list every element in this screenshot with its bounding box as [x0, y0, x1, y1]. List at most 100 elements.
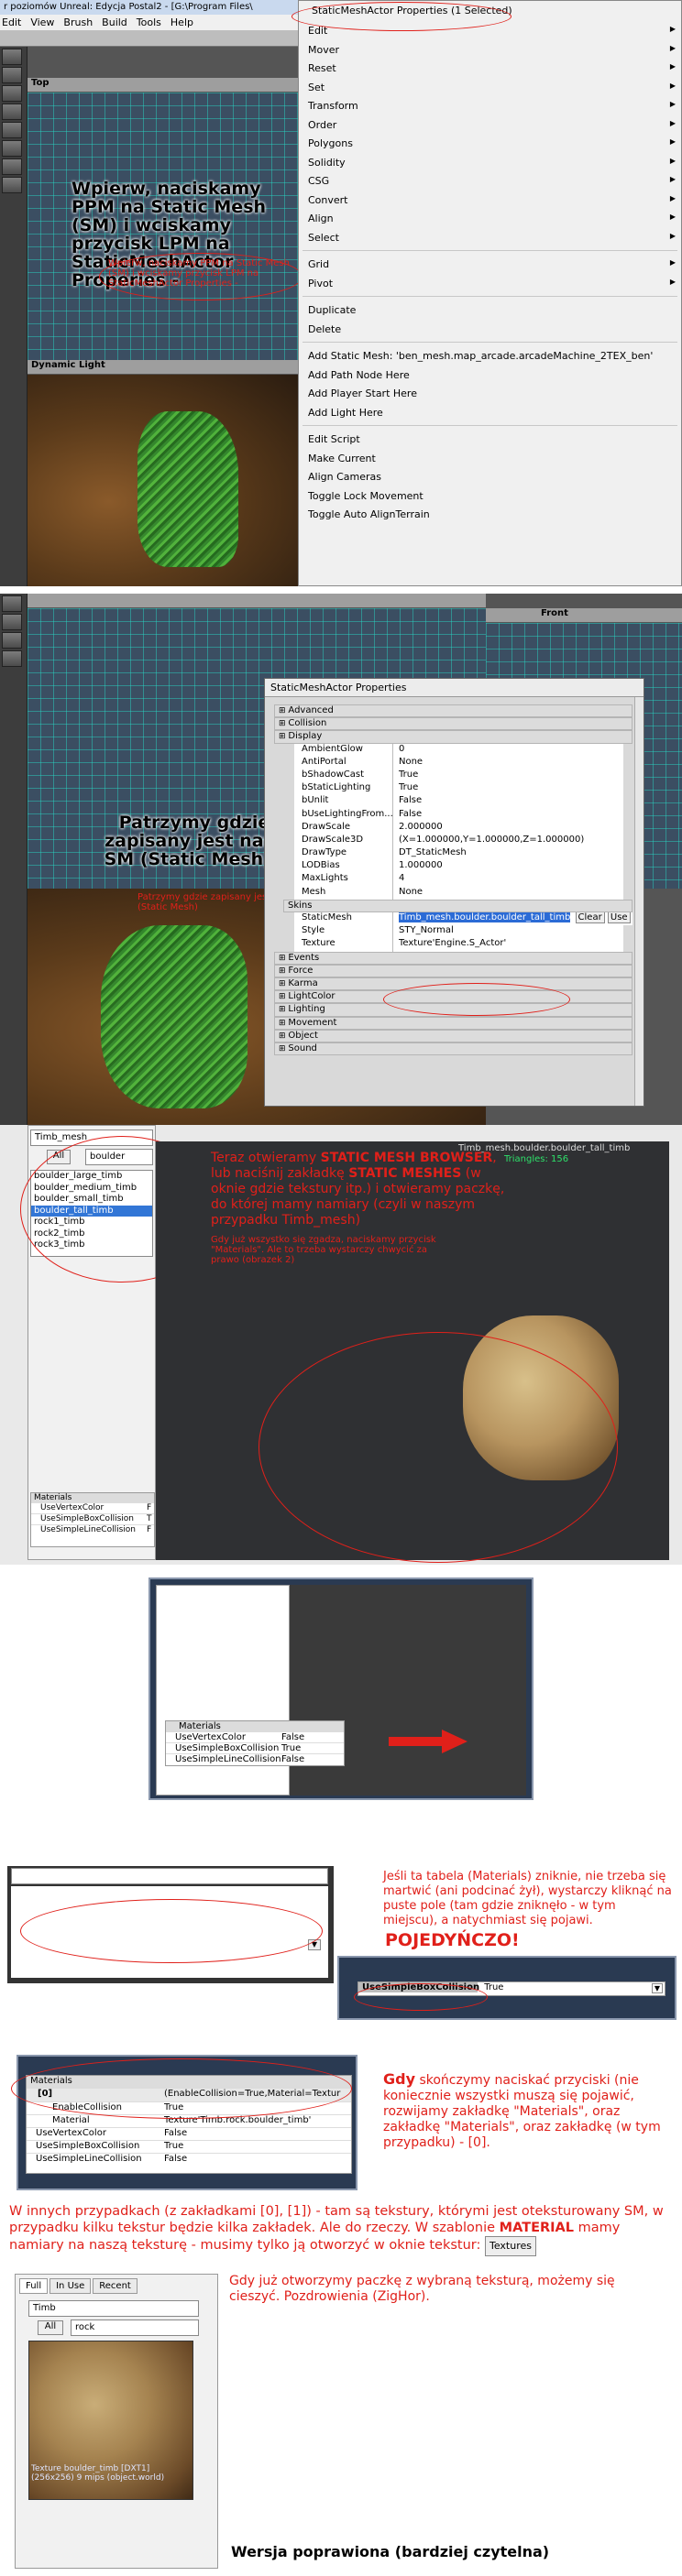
property-row[interactable]: UseSimpleLineCollision F: [31, 1524, 154, 1535]
property-row[interactable]: UseVertexColor False: [166, 1731, 344, 1742]
menu-item-set[interactable]: Set ▶: [299, 78, 681, 97]
category-display[interactable]: ⊞ Display: [274, 730, 632, 744]
input-field[interactable]: [11, 1868, 328, 1884]
menu-item-align[interactable]: Align ▶: [299, 209, 681, 228]
menu-item-toggle-lock-movement[interactable]: Toggle Lock Movement: [299, 486, 681, 506]
tool-button[interactable]: [2, 614, 22, 630]
menu-item-order[interactable]: Order ▶: [299, 115, 681, 135]
texture-thumbnail[interactable]: Texture boulder_timb [DXT1] (256x256) 9 …: [28, 2341, 193, 2500]
property-row[interactable]: UseSimpleLineCollision False: [27, 2153, 351, 2166]
menu-view[interactable]: View: [30, 16, 54, 28]
tab-recent[interactable]: Recent: [93, 2278, 138, 2294]
menu-item-delete[interactable]: Delete: [299, 320, 681, 339]
dynamic-light-viewport[interactable]: [28, 375, 298, 586]
menu-item-add-static-mesh[interactable]: Add Static Mesh: 'ben_mesh.map_arcade.ar…: [299, 346, 681, 366]
property-row[interactable]: UseSimpleBoxCollision True: [166, 1742, 344, 1753]
property-row[interactable]: bShadowCast True: [274, 769, 632, 783]
category-skins[interactable]: Skins: [283, 899, 632, 912]
use-button[interactable]: Use: [607, 912, 631, 923]
property-row[interactable]: DrawType DT_StaticMesh: [274, 847, 632, 861]
property-texture[interactable]: Texture Texture'Engine.S_Actor': [274, 938, 632, 952]
property-row[interactable]: bUseLightingFrom... False: [274, 808, 632, 822]
expand-icon[interactable]: ⊞: [279, 966, 288, 976]
menu-item-mover[interactable]: Mover ▶: [299, 40, 681, 60]
property-row[interactable]: LODBias 1.000000: [274, 860, 632, 874]
menu-item-solidity[interactable]: Solidity ▶: [299, 153, 681, 172]
category-collision[interactable]: ⊞ Collision: [274, 717, 632, 731]
category-object[interactable]: ⊞ Object: [274, 1029, 632, 1042]
filter-all-button[interactable]: All: [38, 2320, 63, 2335]
tool-button[interactable]: [2, 49, 22, 65]
category-events[interactable]: ⊞ Events: [274, 951, 632, 965]
tool-button[interactable]: [2, 158, 22, 175]
menu-brush[interactable]: Brush: [63, 16, 93, 28]
category-force[interactable]: ⊞ Force: [274, 964, 632, 977]
property-row[interactable]: Mesh None: [274, 886, 632, 900]
category-advanced[interactable]: ⊞ Advanced: [274, 704, 632, 718]
menu-item-add-path-node[interactable]: Add Path Node Here: [299, 366, 681, 385]
clear-button[interactable]: Clear: [575, 912, 605, 923]
dropdown-arrow-icon[interactable]: ▼: [651, 1983, 663, 1993]
menu-item-edit-script[interactable]: Edit Script: [299, 430, 681, 449]
property-row[interactable]: UseVertexColor F: [31, 1502, 154, 1513]
menu-item-select[interactable]: Select ▶: [299, 228, 681, 247]
menu-help[interactable]: Help: [170, 16, 193, 28]
menu-item-polygons[interactable]: Polygons ▶: [299, 134, 681, 153]
selected-static-mesh[interactable]: [101, 925, 248, 1108]
property-style[interactable]: Style STY_Normal: [274, 925, 632, 939]
group-combo[interactable]: rock: [71, 2319, 199, 2336]
menu-item-transform[interactable]: Transform ▶: [299, 96, 681, 115]
property-row[interactable]: bUnlit False: [274, 795, 632, 809]
property-row[interactable]: bStaticLighting True: [274, 782, 632, 796]
tab-full[interactable]: Full: [19, 2278, 49, 2294]
expand-icon[interactable]: ⊞: [279, 1031, 288, 1041]
menu-item-align-cameras[interactable]: Align Cameras: [299, 467, 681, 486]
menu-item-toggle-auto-alignterrain[interactable]: Toggle Auto AlignTerrain: [299, 505, 681, 524]
expand-icon[interactable]: ⊞: [279, 1019, 288, 1028]
menu-build[interactable]: Build: [102, 16, 127, 28]
menu-item-add-player-start[interactable]: Add Player Start Here: [299, 384, 681, 403]
property-row[interactable]: UseSimpleLineCollision False: [166, 1753, 344, 1764]
property-row[interactable]: AntiPortal None: [274, 756, 632, 770]
materials-header[interactable]: Materials: [31, 1493, 154, 1502]
property-row[interactable]: UseSimpleBoxCollision True: [27, 2140, 351, 2153]
package-combo[interactable]: Timb: [28, 2300, 199, 2317]
property-row[interactable]: UseSimpleBoxCollision T: [31, 1513, 154, 1524]
property-staticmesh[interactable]: StaticMesh Timb_mesh.boulder.boulder_tal…: [274, 912, 632, 926]
expand-icon[interactable]: ⊞: [279, 706, 288, 715]
tool-button[interactable]: [2, 177, 22, 193]
tool-button[interactable]: [2, 632, 22, 649]
menu-item-add-light-here[interactable]: Add Light Here: [299, 403, 681, 422]
menu-item-convert[interactable]: Convert ▶: [299, 191, 681, 210]
menu-item-duplicate[interactable]: Duplicate: [299, 300, 681, 320]
tool-button[interactable]: [2, 595, 22, 612]
menu-item-pivot[interactable]: Pivot ▶: [299, 274, 681, 293]
staticmesh-value[interactable]: Timb_mesh.boulder.boulder_tall_timb: [399, 912, 571, 922]
menu-item-grid[interactable]: Grid ▶: [299, 255, 681, 274]
tool-button[interactable]: [2, 650, 22, 667]
menu-item-csg[interactable]: CSG ▶: [299, 171, 681, 191]
tool-button[interactable]: [2, 67, 22, 83]
menu-item-make-current[interactable]: Make Current: [299, 449, 681, 468]
expand-icon[interactable]: ⊞: [279, 979, 288, 988]
menu-edit[interactable]: Edit: [2, 16, 21, 28]
tab-in-use[interactable]: In Use: [50, 2278, 92, 2294]
property-row[interactable]: AmbientGlow 0: [274, 743, 632, 757]
materials-header[interactable]: Materials: [166, 1721, 344, 1731]
category-sound[interactable]: ⊞ Sound: [274, 1042, 632, 1056]
expand-icon[interactable]: ⊞: [279, 732, 288, 741]
expand-icon[interactable]: ⊞: [279, 719, 288, 728]
textures-button[interactable]: Textures: [484, 2236, 536, 2256]
property-row[interactable]: DrawScale3D (X=1.000000,Y=1.000000,Z=1.00…: [274, 834, 632, 848]
expand-icon[interactable]: ⊞: [279, 1005, 288, 1014]
property-row[interactable]: UseVertexColor False: [27, 2127, 351, 2140]
selected-static-mesh[interactable]: [138, 411, 238, 567]
expand-icon[interactable]: ⊞: [279, 992, 288, 1001]
menu-item-reset[interactable]: Reset ▶: [299, 59, 681, 78]
category-movement[interactable]: ⊞ Movement: [274, 1016, 632, 1030]
scrollbar[interactable]: [634, 697, 644, 1106]
tool-button[interactable]: [2, 140, 22, 157]
property-row[interactable]: DrawScale 2.000000: [274, 821, 632, 835]
property-row[interactable]: MaxLights 4: [274, 873, 632, 887]
menu-tools[interactable]: Tools: [137, 16, 161, 28]
